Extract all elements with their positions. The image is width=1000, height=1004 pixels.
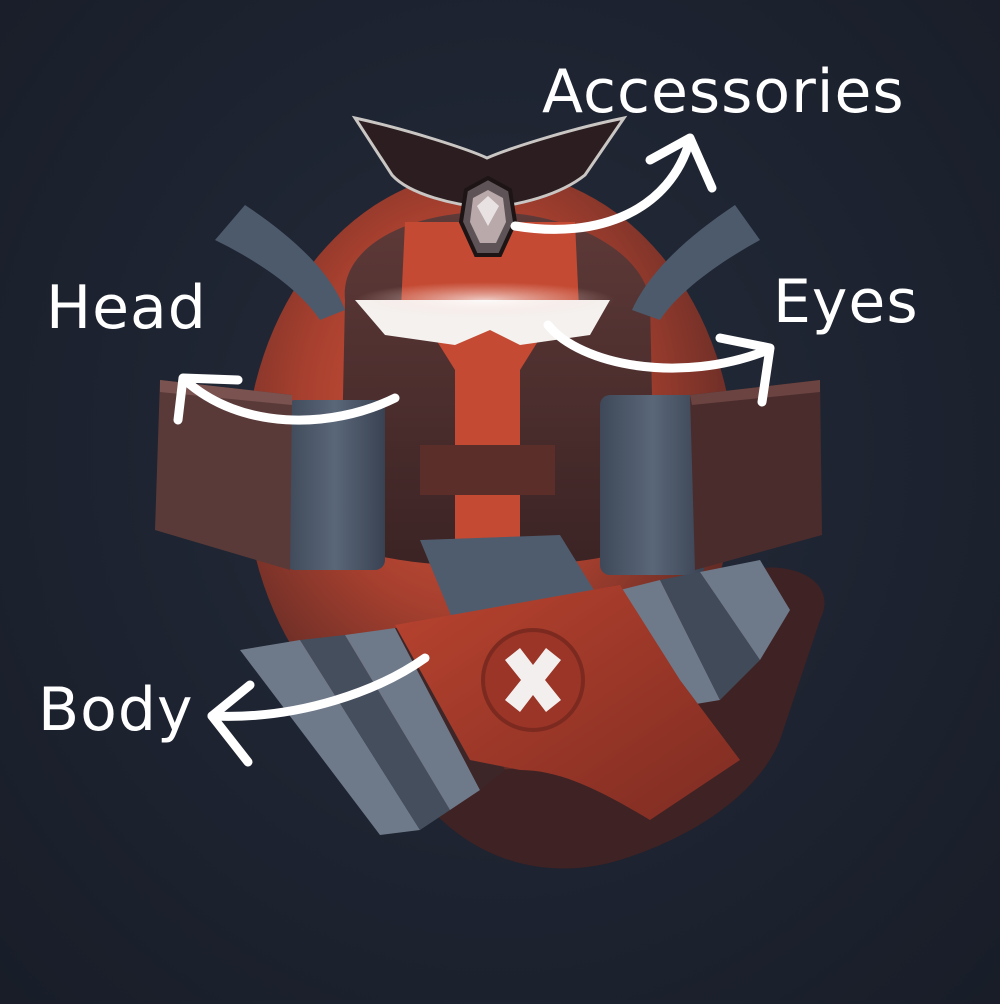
label-eyes: Eyes xyxy=(773,267,919,337)
cross-x-icon xyxy=(481,628,585,732)
label-head: Head xyxy=(46,273,207,343)
visor-glow xyxy=(355,282,615,318)
body-arrow-head xyxy=(207,680,255,767)
character-diagram: Accessories Head Eyes Body xyxy=(0,0,1000,1000)
gem-icon xyxy=(458,175,518,257)
center-slot xyxy=(420,445,555,495)
label-body: Body xyxy=(38,675,194,745)
left-shoulder-pad xyxy=(155,380,385,570)
right-shoulder-pad xyxy=(600,380,822,575)
armor-illustration xyxy=(155,115,825,869)
label-accessories: Accessories xyxy=(542,57,905,127)
